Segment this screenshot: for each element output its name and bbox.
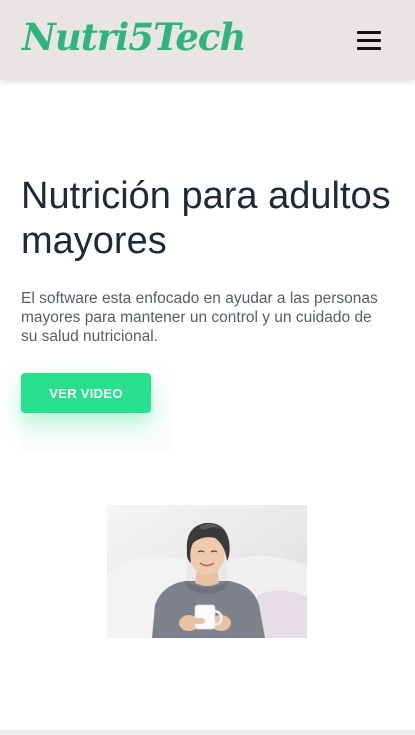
watch-video-button[interactable]: VER VIDEO: [21, 373, 151, 413]
menu-bar: [357, 31, 381, 34]
menu-bar: [357, 47, 381, 50]
brand-logo[interactable]: Nutri5Tech: [22, 14, 246, 60]
elderly-woman-image: [107, 505, 307, 638]
hamburger-menu-icon[interactable]: [357, 29, 381, 51]
hero-description: El software esta enfocado en ayudar a la…: [21, 290, 378, 345]
section-divider: [0, 730, 415, 735]
hero-photo: [107, 505, 307, 638]
hero-title: Nutrición para adultos mayores: [21, 175, 391, 262]
site-header: Nutri5Tech: [0, 0, 415, 80]
menu-bar: [357, 39, 381, 42]
